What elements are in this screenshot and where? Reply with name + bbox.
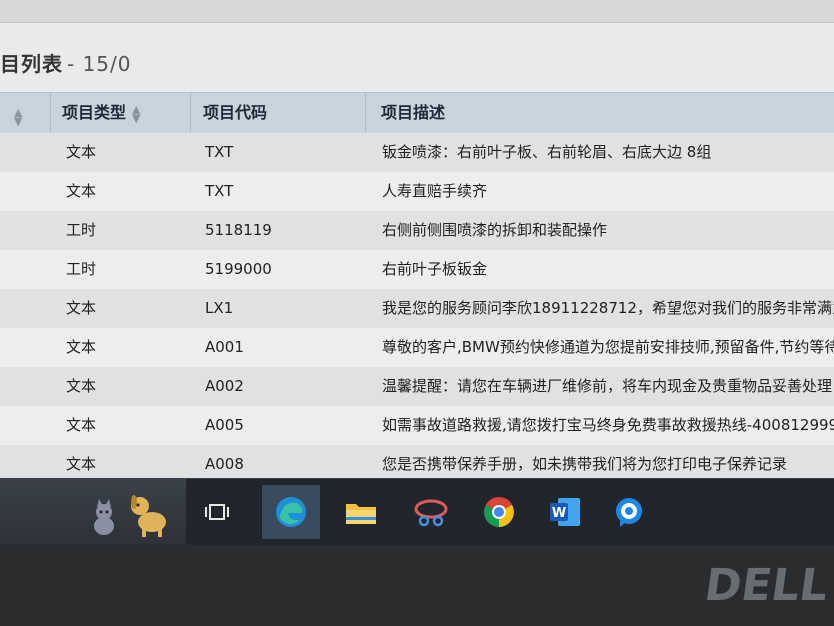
table-row[interactable]: 文本 TXT 人寿直赔手续齐 <box>0 172 834 211</box>
cell-desc: 温馨提醒：请您在车辆进厂维修前，将车内现金及贵重物品妥善处理 <box>382 377 833 395</box>
cell-type: 文本 <box>66 143 97 161</box>
cell-code: TXT <box>205 143 234 161</box>
cell-desc: 尊敬的客户,BMW预约快修通道为您提前安排技师,预留备件,节约等待时 <box>382 338 834 356</box>
cell-code: A001 <box>205 338 244 356</box>
screen: 目列表 - 15/0 ▲ ▼ 项目类型 ▲ ▼ 项目代码 项目描述 文本 TXT 钣金喷… <box>0 0 834 545</box>
cell-type: 工时 <box>66 260 97 278</box>
chat-icon <box>616 498 642 527</box>
cell-desc: 钣金喷漆：右前叶子板、右前轮眉、右底大边 8组 <box>382 143 712 161</box>
cell-type: 文本 <box>66 299 97 317</box>
brand-text: DELL <box>701 560 832 611</box>
cell-type: 文本 <box>66 182 97 200</box>
column-divider <box>190 92 191 132</box>
cell-code: 5199000 <box>205 260 272 278</box>
snipping-tool-button[interactable] <box>402 485 460 539</box>
column-header-desc[interactable]: 项目描述 <box>381 93 445 133</box>
column-header-label: 项目类型 <box>62 103 127 122</box>
cell-desc: 如需事故道路救援,请您拨打宝马终身免费事故救援热线-4008129999 <box>382 416 834 434</box>
cell-code: A005 <box>205 416 244 434</box>
column-header-label: 项目代码 <box>203 103 268 122</box>
cell-type: 工时 <box>66 221 97 239</box>
page-title: 目列表 - 15/0 <box>0 48 132 77</box>
cell-type: 文本 <box>66 416 97 434</box>
cell-type: 文本 <box>66 338 97 356</box>
cell-type: 文本 <box>66 377 97 395</box>
word-button[interactable]: W <box>536 485 594 539</box>
table-row[interactable]: 文本 TXT 钣金喷漆：右前叶子板、右前轮眉、右底大边 8组 <box>0 133 834 172</box>
svg-text:W: W <box>552 506 566 521</box>
dog-icon <box>131 495 166 537</box>
edge-icon <box>276 497 306 527</box>
cell-code: TXT <box>205 182 234 200</box>
file-explorer-icon <box>346 504 376 524</box>
table-row[interactable]: 文本 A005 如需事故道路救援,请您拨打宝马终身免费事故救援热线-400812… <box>0 406 834 445</box>
file-explorer-button[interactable] <box>332 485 390 539</box>
table-row[interactable]: 文本 LX1 我是您的服务顾问李欣18911228712，希望您对我们的服务非常… <box>0 289 834 328</box>
cell-desc: 右前叶子板钣金 <box>382 260 488 278</box>
chat-button[interactable] <box>600 485 658 539</box>
table-row[interactable]: 文本 A001 尊敬的客户,BMW预约快修通道为您提前安排技师,预留备件,节约等… <box>0 328 834 367</box>
cat-icon <box>94 499 114 535</box>
column-divider <box>50 92 51 132</box>
chrome-button[interactable] <box>470 485 528 539</box>
edge-button[interactable] <box>262 485 320 539</box>
cell-desc: 人寿直赔手续齐 <box>382 182 488 200</box>
column-header-code[interactable]: 项目代码 <box>203 93 267 133</box>
cell-desc: 我是您的服务顾问李欣18911228712，希望您对我们的服务非常满意 <box>382 299 834 317</box>
word-icon: W <box>550 498 580 526</box>
page-title-count: - 15/0 <box>67 52 132 76</box>
cell-desc: 右侧前侧围喷漆的拆卸和装配操作 <box>382 221 608 239</box>
sort-icon[interactable]: ▲ ▼ <box>14 107 22 127</box>
taskbar-pets-decoration <box>0 479 186 545</box>
table-header: ▲ ▼ 项目类型 ▲ ▼ 项目代码 项目描述 <box>0 92 834 134</box>
cell-code: A002 <box>205 377 244 395</box>
chrome-icon <box>484 497 514 527</box>
column-divider <box>365 92 366 132</box>
snipping-tool-icon <box>414 499 448 527</box>
column-header-label: 项目描述 <box>381 103 446 122</box>
monitor-brand-logo: DELL <box>702 560 832 611</box>
task-view-icon <box>205 504 229 520</box>
table-row[interactable]: 文本 A002 温馨提醒：请您在车辆进厂维修前，将车内现金及贵重物品妥善处理 <box>0 367 834 406</box>
page-title-text: 目列表 <box>0 52 63 76</box>
column-header-type[interactable]: 项目类型 ▲ ▼ <box>62 93 140 133</box>
cell-code: LX1 <box>205 299 234 317</box>
sort-icon[interactable]: ▲ ▼ <box>132 104 140 124</box>
top-bar <box>0 0 834 23</box>
cell-code: 5118119 <box>205 221 272 239</box>
table-row[interactable]: 工时 5118119 右侧前侧围喷漆的拆卸和装配操作 <box>0 211 834 250</box>
taskbar: W <box>0 478 834 545</box>
table-row[interactable]: 工时 5199000 右前叶子板钣金 <box>0 250 834 289</box>
task-view-button[interactable] <box>188 485 246 539</box>
